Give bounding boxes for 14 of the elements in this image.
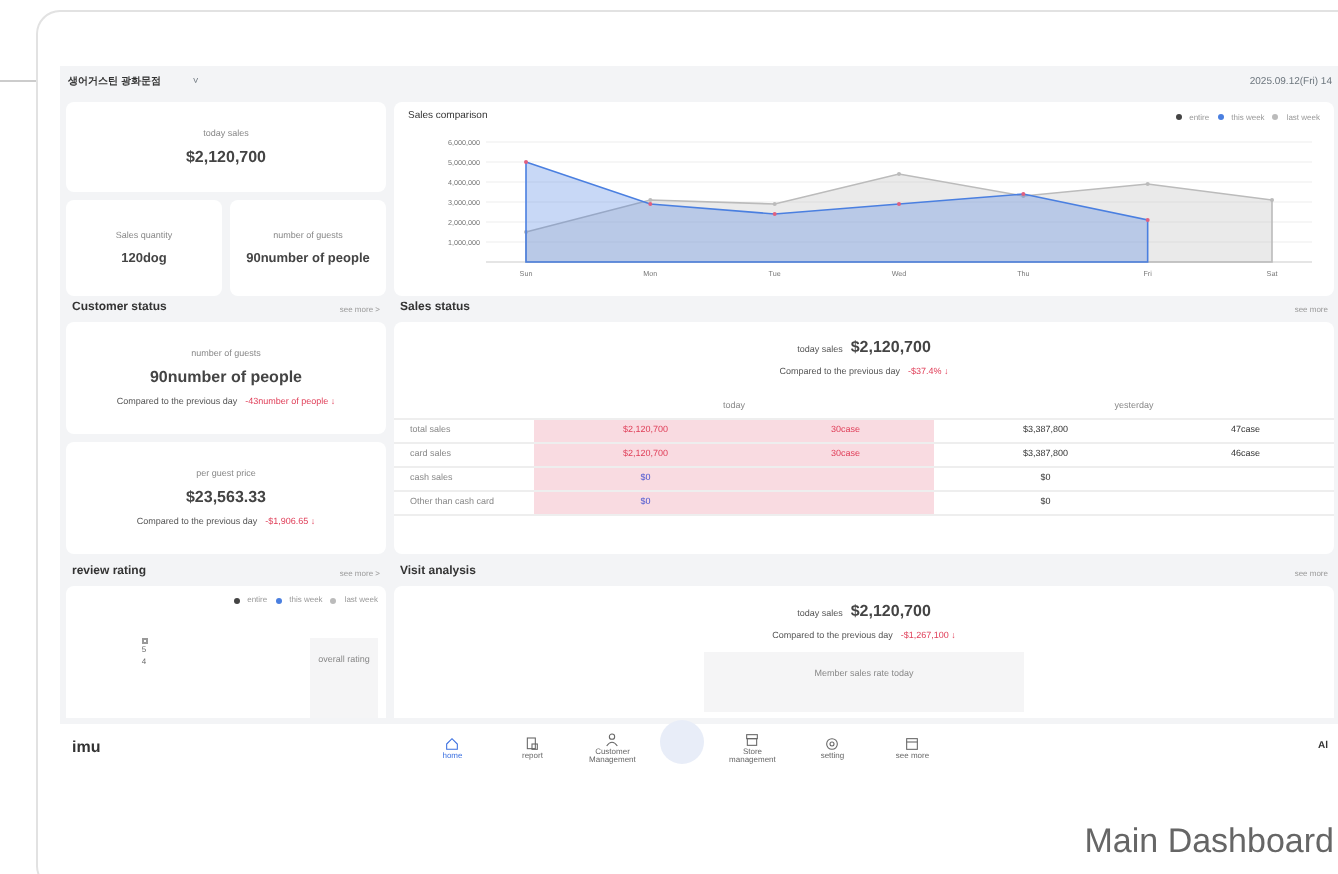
calendar-icon xyxy=(904,735,921,752)
caption: Main Dashboard xyxy=(1082,820,1336,864)
card-value: 90number of people xyxy=(149,368,302,388)
store-icon xyxy=(744,731,761,748)
card-value: $2,120,700 xyxy=(185,148,267,167)
card-value: $23,563.33 xyxy=(185,488,267,508)
app-logo: imu xyxy=(72,736,101,760)
gear-icon xyxy=(824,735,841,752)
today-value: $2,120,700 xyxy=(850,602,931,621)
document-icon xyxy=(524,735,541,752)
radar-marker-icon xyxy=(141,638,147,644)
home-icon xyxy=(444,735,461,752)
today-value: $2,120,700 xyxy=(850,338,931,357)
person-icon xyxy=(604,731,621,748)
